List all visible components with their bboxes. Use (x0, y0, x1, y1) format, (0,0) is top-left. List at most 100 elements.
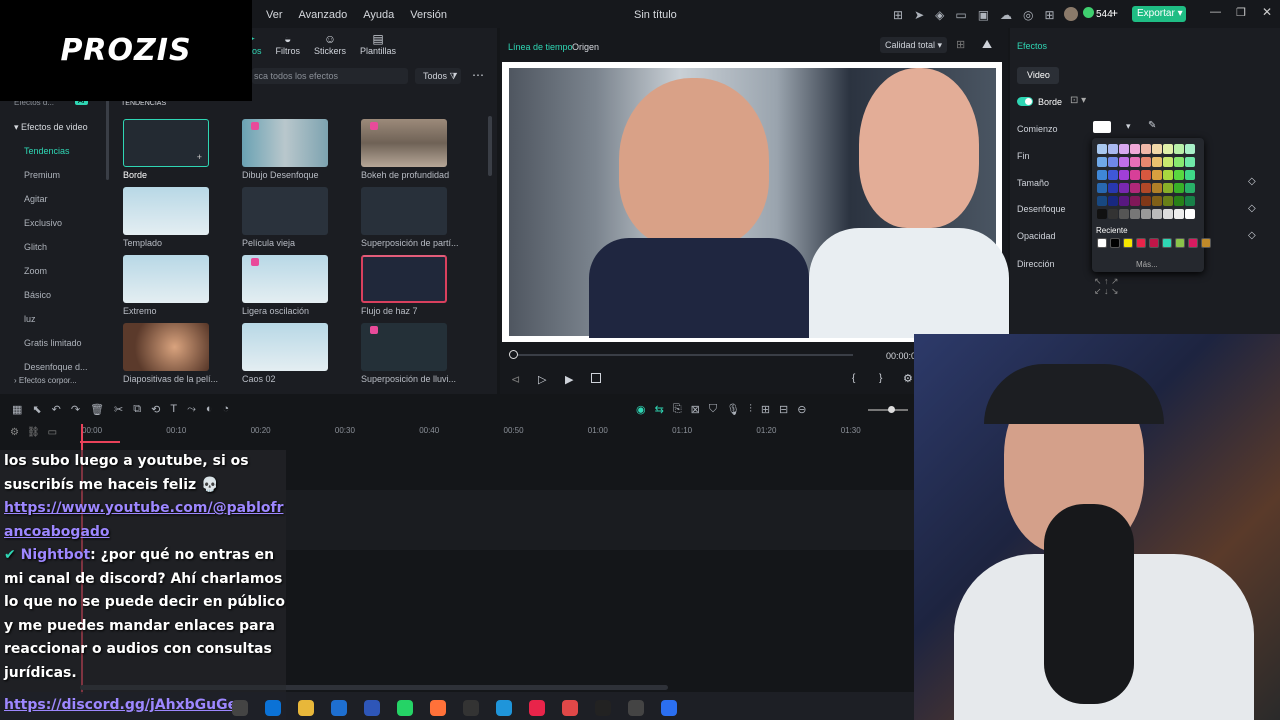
menu-avanzado[interactable]: Avanzado (299, 9, 348, 21)
delete-icon[interactable]: 🗑 (90, 403, 104, 416)
color-swatch[interactable] (1119, 170, 1129, 180)
taskview-icon[interactable] (232, 700, 248, 716)
send-icon[interactable]: ➤ (914, 8, 924, 22)
whatsapp-icon[interactable] (397, 700, 413, 716)
filter-dropdown[interactable]: Todos ⧩ (415, 68, 461, 84)
tab-templates[interactable]: ▤ Plantillas (360, 32, 396, 56)
crop-icon[interactable]: ⧉ (133, 403, 141, 416)
color-swatch[interactable] (1141, 144, 1151, 154)
color-swatch[interactable] (1152, 144, 1162, 154)
recent-color-swatch[interactable] (1162, 238, 1172, 248)
text-icon[interactable]: T (170, 403, 177, 416)
tab-timeline[interactable]: Línea de tiempo (508, 42, 573, 52)
color-swatch[interactable] (1174, 144, 1184, 154)
undo-icon[interactable]: ↶ (52, 403, 61, 416)
chevron-down-icon[interactable]: ▾ (1126, 121, 1131, 132)
track-row[interactable] (286, 490, 914, 550)
effect-tile[interactable] (242, 255, 328, 303)
add-credits-icon[interactable]: + (1111, 6, 1118, 20)
color-swatch[interactable] (1141, 209, 1151, 219)
effect-tile[interactable] (361, 323, 447, 371)
effects-scrollbar[interactable] (488, 116, 492, 176)
color-swatch[interactable] (1141, 157, 1151, 167)
effect-tile[interactable] (361, 255, 447, 303)
tab-filters[interactable]: ◒ Filtros (276, 32, 301, 56)
filmora-icon[interactable] (661, 700, 677, 716)
chrome-icon[interactable] (562, 700, 578, 716)
save-icon[interactable]: ▣ (978, 8, 989, 22)
telegram-icon[interactable] (496, 700, 512, 716)
tab-stickers[interactable]: ☺ Stickers (314, 32, 346, 56)
marker-icon[interactable]: ⛉ (709, 403, 717, 416)
firefox-icon[interactable] (430, 700, 446, 716)
color-swatch[interactable] (1108, 170, 1118, 180)
redo-icon[interactable]: ↷ (71, 403, 80, 416)
track-icon[interactable]: ▭ (48, 427, 57, 438)
color-swatch[interactable] (1097, 157, 1107, 167)
mark-in-icon[interactable]: { (852, 373, 855, 384)
effect-tile[interactable] (123, 323, 209, 371)
grid-icon[interactable]: ⊞ (1045, 8, 1055, 22)
color-swatch[interactable] (1174, 209, 1184, 219)
split-icon[interactable]: ⇆ (655, 403, 664, 416)
effect-tile[interactable] (242, 323, 328, 371)
zoom-slider[interactable] (868, 406, 908, 413)
speed-icon[interactable]: ◔ (223, 403, 230, 416)
outlook-icon[interactable] (331, 700, 347, 716)
color-swatch[interactable] (1130, 144, 1140, 154)
maximize-icon[interactable]: ❐ (1236, 6, 1246, 19)
color-swatch[interactable] (1152, 157, 1162, 167)
color-swatch[interactable] (1097, 196, 1107, 206)
more-icon[interactable]: ⋯ (472, 68, 484, 82)
keyframe-icon[interactable]: ◇ (1248, 230, 1256, 241)
color-swatch[interactable] (1130, 196, 1140, 206)
recent-color-swatch[interactable] (1110, 238, 1120, 248)
select-icon[interactable]: ⬉ (32, 403, 41, 416)
menu-version[interactable]: Versión (410, 9, 447, 21)
headset-icon[interactable]: ◎ (1023, 8, 1033, 22)
start-color-swatch[interactable] (1093, 121, 1111, 133)
menu-ver[interactable]: Ver (266, 9, 283, 21)
color-swatch[interactable] (1185, 196, 1195, 206)
sidebar-item-agitar[interactable]: Agitar (24, 194, 48, 204)
stop-icon[interactable] (591, 373, 601, 383)
prev-frame-icon[interactable]: ⊲ (511, 373, 520, 386)
sidebar-scrollbar[interactable] (106, 100, 109, 180)
color-swatch[interactable] (1119, 183, 1129, 193)
layout-icon[interactable]: ⊞ (761, 403, 770, 416)
color-swatch[interactable] (1152, 170, 1162, 180)
monitor-icon[interactable]: ▭ (955, 8, 966, 22)
settings-icon[interactable]: ⚙ (10, 427, 19, 438)
more-colors-link[interactable]: Más... (1136, 260, 1158, 269)
step-back-icon[interactable]: ▷ (538, 373, 546, 386)
gift-icon[interactable]: ⊞ (893, 8, 903, 22)
sidebar-bottom[interactable]: › Efectos corpor... (14, 376, 77, 385)
color-swatch[interactable] (1185, 209, 1195, 219)
cloud-icon[interactable]: ☁ (1000, 8, 1012, 22)
mic-icon[interactable]: 🎙 (726, 403, 740, 416)
color-swatch[interactable] (1174, 170, 1184, 180)
keyframe-icon[interactable]: ◇ (1248, 176, 1256, 187)
color-swatch[interactable] (1119, 209, 1129, 219)
zoom-out-icon[interactable]: ⊖ (797, 403, 806, 416)
color-swatch[interactable] (1174, 196, 1184, 206)
color-swatch[interactable] (1152, 209, 1162, 219)
recent-color-swatch[interactable] (1123, 238, 1133, 248)
color-swatch[interactable] (1163, 209, 1173, 219)
border-toggle[interactable] (1017, 97, 1033, 106)
color-swatch[interactable] (1174, 157, 1184, 167)
sidebar-item-tendencias[interactable]: Tendencias (24, 146, 70, 156)
color-swatch[interactable] (1130, 183, 1140, 193)
chat-link[interactable]: https://discord.gg/jAhxbGuGeu (4, 697, 247, 713)
mark-out-icon[interactable]: } (879, 373, 882, 384)
close-icon[interactable]: ✕ (1262, 5, 1272, 19)
border-options-icon[interactable]: ⊡ ▾ (1070, 95, 1086, 106)
search-input[interactable]: sca todos los efectos (252, 68, 408, 84)
color-swatch[interactable] (1097, 170, 1107, 180)
color-swatch[interactable] (1108, 183, 1118, 193)
sidebar-item-luz[interactable]: luz (24, 314, 36, 324)
color-swatch[interactable] (1141, 196, 1151, 206)
media-icon[interactable] (595, 700, 611, 716)
color-swatch[interactable] (1119, 157, 1129, 167)
color-swatch[interactable] (1108, 209, 1118, 219)
